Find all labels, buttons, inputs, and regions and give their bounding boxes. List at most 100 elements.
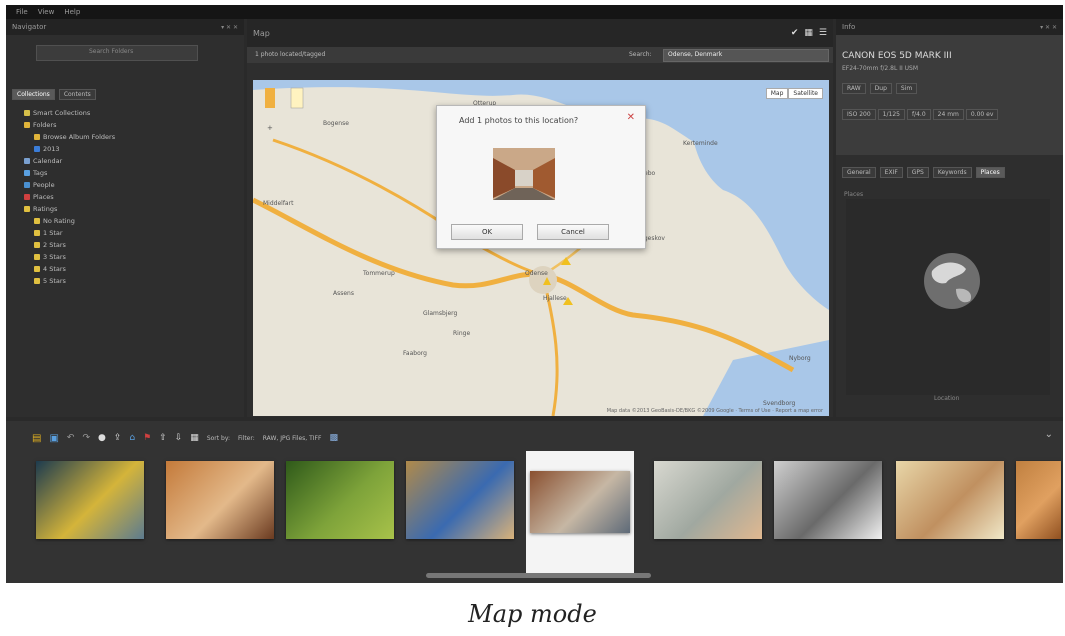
tree-item[interactable]: 5 Stars [16,275,115,287]
folder-search-input[interactable]: Search Folders [36,45,198,61]
tree-item-icon [24,170,30,176]
map-footer: Map data ©2013 GeoBasis-DE/BKG ©2009 Goo… [606,408,823,414]
thumbnail-blue-scooter[interactable] [406,461,514,539]
tab-keywords[interactable]: Keywords [932,167,972,178]
panel-controls-icon[interactable]: ▾ ✕ ✕ [221,24,238,31]
filter-label[interactable]: Filter: [238,435,255,442]
tree-item-icon [34,146,40,152]
map-place-label: Middelfart [263,200,294,207]
badge-dup: Dup [869,83,892,94]
info-header: Info ▾ ✕ ✕ [836,19,1063,35]
ok-button[interactable]: OK [451,224,523,240]
application-window: File View Help Navigator ▾ ✕ ✕ Search Fo… [6,5,1063,583]
chevron-down-icon[interactable]: ⌄ [1045,429,1053,440]
album-icon[interactable]: ▦ [190,433,199,443]
thumbnail-partial-thumb[interactable] [1016,461,1061,539]
info-title: Info [842,23,856,31]
rotate-right-icon[interactable]: ↷ [82,433,90,443]
tree-item[interactable]: Places [16,191,115,203]
thumbnail-bw-photographer[interactable] [774,461,882,539]
thumbnail-image [654,461,762,539]
sort-by-label[interactable]: Sort by: [207,435,230,442]
thumbnail-child-face-paint[interactable] [166,461,274,539]
tree-item-icon [34,266,40,272]
tree-item-icon [34,254,40,260]
globe-view[interactable]: Location [846,199,1050,402]
thumbnail-green-foliage[interactable] [286,461,394,539]
menu-help[interactable]: Help [64,8,80,16]
map-place-label: Ringe [453,330,471,337]
tree-item[interactable]: Calendar [16,155,115,167]
thumbnail-camera-woman[interactable] [654,461,762,539]
map-type-map-button[interactable]: Map [765,88,789,99]
folder-search-placeholder: Search Folders [89,48,134,55]
person-icon[interactable]: ● [98,433,106,443]
tree-item-label: People [33,181,55,189]
tab-collections[interactable]: Collections [12,89,55,100]
tab-places[interactable]: Places [975,167,1005,178]
share-icon[interactable]: ⇪ [114,433,122,443]
tab-contents[interactable]: Contents [58,89,96,100]
navigator-title: Navigator [12,23,47,31]
tree-item-label: Browse Album Folders [43,133,116,141]
download-icon[interactable]: ⇩ [175,433,183,443]
pegman-icon[interactable] [265,88,275,108]
tree-item[interactable]: 2 Stars [16,239,115,251]
tree-item[interactable]: People [16,179,115,191]
tree-item[interactable]: 3 Stars [16,251,115,263]
view-icon[interactable]: ▣ [49,433,58,444]
filmstrip-scrollbar[interactable] [426,573,651,578]
tree-item-label: Calendar [33,157,63,165]
thumbnail-woman-portrait[interactable] [896,461,1004,539]
map-place-label: Assens [333,290,354,297]
tree-item[interactable]: Ratings [16,203,115,215]
pin-icon[interactable] [290,87,304,109]
tree-item-icon [24,122,30,128]
tree-item[interactable]: 4 Stars [16,263,115,275]
tag-icon[interactable]: ⌂ [129,433,135,443]
map-search-input[interactable]: Odense, Denmark [663,49,829,62]
map-place-label: Svendborg [763,400,796,407]
exposure-metric: 1/125 [877,109,905,120]
map-place-label: Nyborg [789,355,811,362]
tree-item-label: 1 Star [43,229,63,237]
tab-exif[interactable]: EXIF [879,167,903,178]
upload-icon[interactable]: ⇧ [159,433,167,443]
badge-sim: Sim [895,83,918,94]
camera-model: CANON EOS 5D MARK III [842,51,952,61]
map-type-satellite-button[interactable]: Satellite [788,88,823,99]
menu-file[interactable]: File [16,8,28,16]
thumbnail-street-houses[interactable] [526,451,634,573]
map-place-label: Faaborg [403,350,427,357]
tree-item[interactable]: Tags [16,167,115,179]
settings-icon[interactable]: ▩ [329,433,338,443]
info-tabs: General EXIF GPS Keywords Places [842,167,1005,178]
panel-controls-icon[interactable]: ▾ ✕ ✕ [1040,24,1057,31]
tab-general[interactable]: General [842,167,876,178]
list-icon[interactable]: ☰ [819,28,827,38]
tab-gps[interactable]: GPS [906,167,929,178]
tree-item[interactable]: Browse Album Folders [16,131,115,143]
thumbnail-mountain-lake[interactable] [36,461,144,539]
format-filter[interactable]: RAW, JPG Files, TIFF [263,435,322,442]
grid-icon[interactable]: ▦ [804,28,813,38]
globe-icon [924,253,980,309]
tree-item[interactable]: 1 Star [16,227,115,239]
checkmark-icon[interactable]: ✔ [791,28,799,38]
tree-item[interactable]: Smart Collections [16,107,115,119]
menu-view[interactable]: View [38,8,55,16]
tree-item[interactable]: 2013 [16,143,115,155]
close-icon[interactable]: ✕ [627,112,635,123]
flag-icon[interactable]: ⚑ [143,433,151,443]
map-status-bar: 1 photo located/tagged Search: Odense, D… [247,47,833,63]
thumbnail-image [896,461,1004,539]
rotate-left-icon[interactable]: ↶ [67,433,75,443]
tree-item[interactable]: No Rating [16,215,115,227]
tree-item-icon [34,278,40,284]
dialog-title: Add 1 photos to this location? [459,116,579,125]
layout-icon[interactable]: ▤ [32,433,41,444]
places-section-label: Places [844,191,864,198]
tree-item[interactable]: Folders [16,119,115,131]
menu-bar: File View Help [6,5,1063,19]
cancel-button[interactable]: Cancel [537,224,609,240]
